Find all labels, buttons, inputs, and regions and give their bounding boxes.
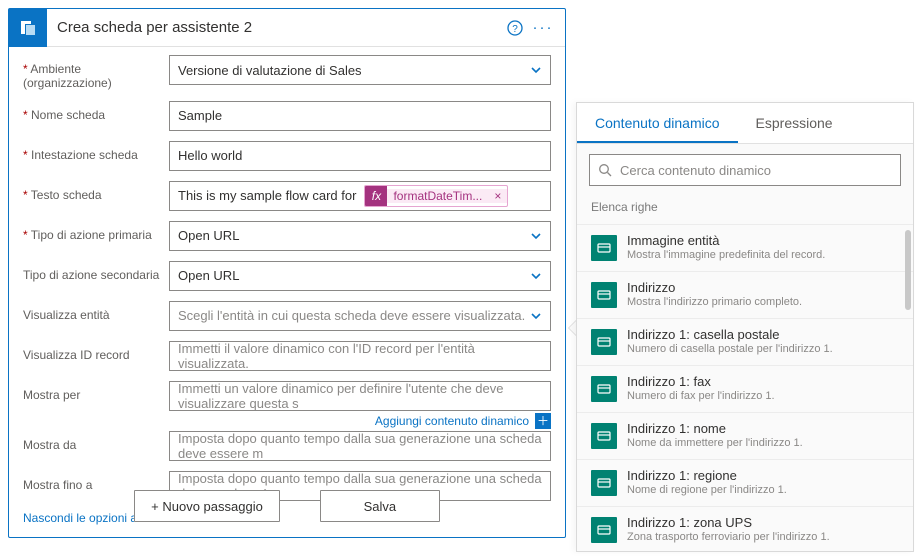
card-title: Crea scheda per assistente 2: [57, 19, 501, 36]
chevron-down-icon: [530, 64, 542, 76]
more-icon[interactable]: ···: [529, 14, 557, 42]
label-environment: Ambiente (organizzazione): [23, 55, 169, 91]
chevron-down-icon: [530, 230, 542, 242]
panel-pointer: [568, 320, 576, 336]
expression-label: formatDateTim...: [387, 189, 488, 203]
environment-select[interactable]: Versione di valutazione di Sales: [169, 55, 551, 85]
label-card-text: Testo scheda: [23, 181, 169, 202]
select-value: Open URL: [178, 268, 239, 283]
select-value: Open URL: [178, 228, 239, 243]
search-icon: [598, 163, 612, 177]
list-item[interactable]: Indirizzo 1: casella postaleNumero di ca…: [577, 319, 913, 366]
label-show-from: Mostra da: [23, 431, 169, 452]
entity-icon: [591, 235, 617, 261]
list-item[interactable]: IndirizzoMostra l'indirizzo primario com…: [577, 272, 913, 319]
entity-icon: [591, 423, 617, 449]
label-display-entity: Visualizza entità: [23, 301, 169, 322]
save-button[interactable]: Salva: [320, 490, 440, 522]
plus-icon: ＋: [535, 413, 551, 429]
entity-icon: [591, 470, 617, 496]
item-title: Indirizzo 1: regione: [627, 468, 787, 484]
search-dynamic-content[interactable]: [589, 154, 901, 186]
footer-actions: + Nuovo passaggio Salva: [8, 490, 566, 522]
remove-token-icon[interactable]: ×: [488, 189, 507, 203]
list-item[interactable]: Indirizzo 1: nomeNome da immettere per l…: [577, 413, 913, 460]
label-secondary-action: Tipo di azione secondaria: [23, 261, 169, 282]
primary-action-select[interactable]: Open URL: [169, 221, 551, 251]
label-show-for: Mostra per: [23, 381, 169, 402]
label-card-heading: Intestazione scheda: [23, 141, 169, 162]
scrollbar-thumb[interactable]: [905, 230, 911, 310]
card-heading-input[interactable]: Hello world: [169, 141, 551, 171]
card-body: Ambiente (organizzazione) Versione di va…: [9, 47, 565, 537]
item-title: Indirizzo 1: zona UPS: [627, 515, 830, 531]
list-item[interactable]: Indirizzo 1: regioneNome di regione per …: [577, 460, 913, 507]
label-card-name: Nome scheda: [23, 101, 169, 122]
tab-expression[interactable]: Espressione: [738, 103, 851, 143]
placeholder: Scegli l'entità in cui questa scheda dev…: [178, 308, 525, 323]
add-dynamic-label: Aggiungi contenuto dinamico: [375, 414, 529, 428]
chevron-down-icon: [530, 270, 542, 282]
panel-tabs: Contenuto dinamico Espressione: [577, 103, 913, 144]
label-primary-action: Tipo di azione primaria: [23, 221, 169, 242]
item-title: Indirizzo 1: nome: [627, 421, 803, 437]
item-title: Immagine entità: [627, 233, 825, 249]
label-show-until: Mostra fino a: [23, 471, 169, 492]
display-entity-select[interactable]: Scegli l'entità in cui questa scheda dev…: [169, 301, 551, 331]
text-prefix: This is my sample flow card for: [178, 188, 356, 203]
dynamic-content-list[interactable]: Immagine entitàMostra l'immagine predefi…: [577, 224, 913, 551]
card-header: Crea scheda per assistente 2 ? ···: [9, 9, 565, 47]
fx-icon: fx: [365, 185, 387, 207]
connector-icon: [9, 9, 47, 47]
expression-token[interactable]: fx formatDateTim... ×: [364, 185, 508, 207]
action-card: Crea scheda per assistente 2 ? ··· Ambie…: [8, 8, 566, 538]
chevron-down-icon: [530, 310, 542, 322]
add-dynamic-content-link[interactable]: Aggiungi contenuto dinamico ＋: [169, 413, 551, 429]
item-title: Indirizzo 1: casella postale: [627, 327, 833, 343]
item-desc: Mostra l'indirizzo primario completo.: [627, 296, 802, 310]
entity-icon: [591, 517, 617, 543]
item-desc: Zona trasporto ferroviario per l'indiriz…: [627, 531, 830, 545]
item-title: Indirizzo 1: fax: [627, 374, 775, 390]
item-desc: Numero di fax per l'indirizzo 1.: [627, 390, 775, 404]
label-record-id: Visualizza ID record: [23, 341, 169, 362]
search-input[interactable]: [620, 163, 892, 178]
entity-icon: [591, 282, 617, 308]
svg-text:?: ?: [512, 24, 518, 35]
help-icon[interactable]: ?: [501, 14, 529, 42]
record-id-input[interactable]: Immetti il valore dinamico con l'ID reco…: [169, 341, 551, 371]
show-for-input[interactable]: Immetti un valore dinamico per definire …: [169, 381, 551, 411]
show-from-input[interactable]: Imposta dopo quanto tempo dalla sua gene…: [169, 431, 551, 461]
secondary-action-select[interactable]: Open URL: [169, 261, 551, 291]
item-desc: Numero di casella postale per l'indirizz…: [627, 343, 833, 357]
list-item[interactable]: Immagine entitàMostra l'immagine predefi…: [577, 225, 913, 272]
select-value: Versione di valutazione di Sales: [178, 63, 362, 78]
entity-icon: [591, 329, 617, 355]
section-heading: Elenca righe: [577, 196, 913, 224]
list-item[interactable]: Indirizzo 1: faxNumero di fax per l'indi…: [577, 366, 913, 413]
item-title: Indirizzo: [627, 280, 802, 296]
item-desc: Nome da immettere per l'indirizzo 1.: [627, 437, 803, 451]
list-item[interactable]: Indirizzo 1: zona UPSZona trasporto ferr…: [577, 507, 913, 551]
new-step-button[interactable]: + Nuovo passaggio: [134, 490, 280, 522]
item-desc: Nome di regione per l'indirizzo 1.: [627, 484, 787, 498]
card-text-input[interactable]: This is my sample flow card for fx forma…: [169, 181, 551, 211]
dynamic-content-panel: Contenuto dinamico Espressione Elenca ri…: [576, 102, 914, 552]
card-name-input[interactable]: Sample: [169, 101, 551, 131]
entity-icon: [591, 376, 617, 402]
item-desc: Mostra l'immagine predefinita del record…: [627, 249, 825, 263]
tab-dynamic-content[interactable]: Contenuto dinamico: [577, 103, 738, 143]
